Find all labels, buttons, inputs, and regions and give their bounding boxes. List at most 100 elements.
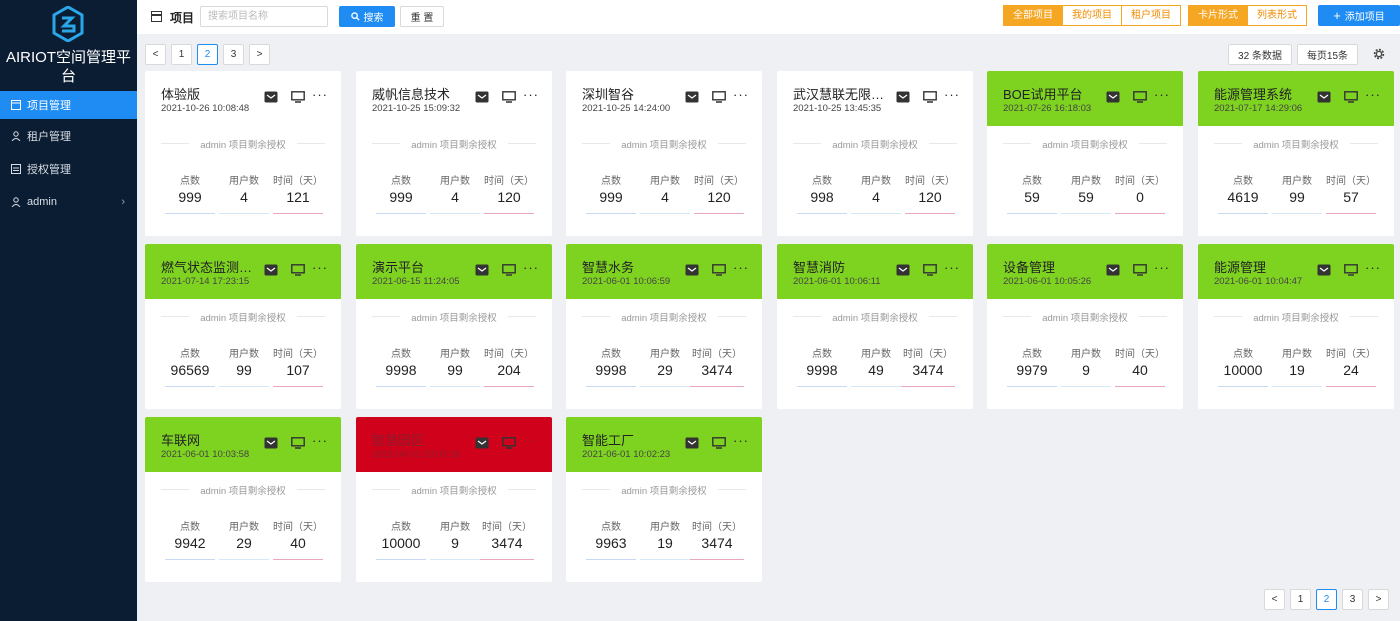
- enter-project-icon[interactable]: [475, 437, 489, 449]
- more-icon[interactable]: ···: [312, 87, 328, 102]
- search-icon: [350, 12, 360, 21]
- next-page-button[interactable]: >: [1368, 589, 1389, 610]
- project-card[interactable]: 智慧水务 2021-06-01 10:06:59 ··· admin 项目剩余授权 点数…: [566, 244, 762, 409]
- more-icon[interactable]: ···: [312, 260, 328, 275]
- users-value: 29: [657, 362, 673, 378]
- monitor-icon[interactable]: [291, 91, 305, 103]
- days-underline: [484, 386, 534, 387]
- points-value: 999: [599, 189, 623, 205]
- more-icon[interactable]: ···: [523, 433, 539, 448]
- enter-project-icon[interactable]: [475, 264, 489, 276]
- days-stat: 时间（天） 204: [484, 345, 534, 387]
- sidebar-item-admin[interactable]: admin ›: [0, 185, 137, 218]
- more-icon[interactable]: ···: [733, 433, 749, 448]
- filter-my-projects[interactable]: 我的项目: [1063, 5, 1122, 26]
- project-card[interactable]: 智慧消防 2021-06-01 10:06:11 ··· admin 项目剩余授权 点数…: [777, 244, 973, 409]
- points-value: 4619: [1227, 189, 1259, 205]
- enter-project-icon[interactable]: [685, 91, 699, 103]
- prev-page-button[interactable]: <: [1264, 589, 1285, 610]
- more-icon[interactable]: ···: [523, 87, 539, 102]
- more-icon[interactable]: ···: [944, 87, 960, 102]
- monitor-icon[interactable]: [502, 437, 516, 449]
- monitor-icon[interactable]: [1344, 91, 1358, 103]
- project-card[interactable]: 车联网 2021-06-01 10:03:58 ··· admin 项目剩余授权 点数 9…: [145, 417, 341, 582]
- monitor-icon[interactable]: [291, 437, 305, 449]
- monitor-icon[interactable]: [712, 437, 726, 449]
- points-stat: 点数 9942: [165, 518, 215, 560]
- project-card[interactable]: 能源管理系统 2021-07-17 14:29:06 ··· admin 项目剩余授权…: [1198, 71, 1394, 236]
- monitor-icon[interactable]: [1133, 91, 1147, 103]
- enter-project-icon[interactable]: [896, 264, 910, 276]
- enter-project-icon[interactable]: [264, 437, 278, 449]
- more-icon[interactable]: ···: [733, 87, 749, 102]
- monitor-icon[interactable]: [712, 264, 726, 276]
- page-2-button[interactable]: 2: [1316, 589, 1337, 610]
- project-card[interactable]: 设备管理 2021-06-01 10:05:26 ··· admin 项目剩余授权 点数…: [987, 244, 1183, 409]
- search-input[interactable]: [200, 6, 328, 27]
- project-card[interactable]: 深圳智谷 2021-10-25 14:24:00 ··· admin 项目剩余授权 点数…: [566, 71, 762, 236]
- monitor-icon[interactable]: [291, 264, 305, 276]
- gear-icon[interactable]: [1372, 47, 1386, 61]
- more-icon[interactable]: ···: [523, 260, 539, 275]
- points-value: 9942: [174, 535, 206, 551]
- days-underline: [1326, 386, 1376, 387]
- enter-project-icon[interactable]: [264, 264, 278, 276]
- users-stat: 用户数 99: [219, 345, 269, 387]
- enter-project-icon[interactable]: [264, 91, 278, 103]
- page-3-button[interactable]: 3: [1342, 589, 1363, 610]
- monitor-icon[interactable]: [1133, 264, 1147, 276]
- page-1-button[interactable]: 1: [1290, 589, 1311, 610]
- enter-project-icon[interactable]: [896, 91, 910, 103]
- project-card[interactable]: 燃气状态监测平台 2021-07-14 17:23:15 ··· admin 项目剩余…: [145, 244, 341, 409]
- enter-project-icon[interactable]: [1317, 264, 1331, 276]
- more-icon[interactable]: ···: [312, 433, 328, 448]
- points-stat: 点数 96569: [165, 345, 215, 387]
- enter-project-icon[interactable]: [475, 91, 489, 103]
- more-icon[interactable]: ···: [1154, 87, 1170, 102]
- reset-button[interactable]: 重 置: [400, 6, 444, 27]
- monitor-icon[interactable]: [502, 264, 516, 276]
- project-card[interactable]: 演示平台 2021-06-15 11:24:05 ··· admin 项目剩余授权 点数…: [356, 244, 552, 409]
- monitor-icon[interactable]: [923, 91, 937, 103]
- project-card[interactable]: 威帆信息技术 2021-10-25 15:09:32 ··· admin 项目剩余授权…: [356, 71, 552, 236]
- more-icon[interactable]: ···: [944, 260, 960, 275]
- prev-page-button[interactable]: <: [145, 44, 166, 65]
- more-icon[interactable]: ···: [1365, 260, 1381, 275]
- enter-project-icon[interactable]: [685, 264, 699, 276]
- page-3-button[interactable]: 3: [223, 44, 244, 65]
- page-1-button[interactable]: 1: [171, 44, 192, 65]
- more-icon[interactable]: ···: [733, 260, 749, 275]
- filter-tenant-projects[interactable]: 租户项目: [1122, 5, 1181, 26]
- days-value: 0: [1136, 189, 1144, 205]
- project-card[interactable]: 能源管理 2021-06-01 10:04:47 ··· admin 项目剩余授权 点数…: [1198, 244, 1394, 409]
- page-2-button[interactable]: 2: [197, 44, 218, 65]
- view-card[interactable]: 卡片形式: [1188, 5, 1248, 26]
- next-page-button[interactable]: >: [249, 44, 270, 65]
- enter-project-icon[interactable]: [685, 437, 699, 449]
- project-card[interactable]: 武汉慧联无限科技 2021-10-25 13:45:35 ··· admin 项目剩余…: [777, 71, 973, 236]
- monitor-icon[interactable]: [502, 91, 516, 103]
- monitor-icon[interactable]: [1344, 264, 1358, 276]
- more-icon[interactable]: ···: [1154, 260, 1170, 275]
- project-card[interactable]: 智能工厂 2021-06-01 10:02:23 ··· admin 项目剩余授权 点数…: [566, 417, 762, 582]
- project-card[interactable]: 体验版 2021-10-26 10:08:48 ··· admin 项目剩余授权 点数 9…: [145, 71, 341, 236]
- add-project-button[interactable]: + 添加项目: [1318, 5, 1400, 26]
- view-list[interactable]: 列表形式: [1248, 5, 1307, 26]
- sidebar-item-tenants[interactable]: 租户管理: [0, 119, 137, 152]
- points-value: 59: [1024, 189, 1040, 205]
- monitor-icon[interactable]: [923, 264, 937, 276]
- sidebar-item-licenses[interactable]: 授权管理: [0, 152, 137, 185]
- sidebar-item-projects[interactable]: 项目管理: [0, 91, 137, 119]
- project-card[interactable]: 智慧园区 2021-06-01 10:03:16 ··· admin 项目剩余授权 点数…: [356, 417, 552, 582]
- more-icon[interactable]: ···: [1365, 87, 1381, 102]
- monitor-icon[interactable]: [712, 91, 726, 103]
- license-note: admin 项目剩余授权: [777, 137, 973, 151]
- enter-project-icon[interactable]: [1317, 91, 1331, 103]
- points-stat: 点数 999: [165, 172, 215, 214]
- project-card[interactable]: BOE试用平台 2021-07-26 16:18:03 ··· admin 项目剩余授…: [987, 71, 1183, 236]
- search-button[interactable]: 搜索: [339, 6, 395, 27]
- per-page-select[interactable]: 每页15条: [1297, 44, 1358, 65]
- enter-project-icon[interactable]: [1106, 264, 1120, 276]
- enter-project-icon[interactable]: [1106, 91, 1120, 103]
- filter-all-projects[interactable]: 全部项目: [1003, 5, 1063, 26]
